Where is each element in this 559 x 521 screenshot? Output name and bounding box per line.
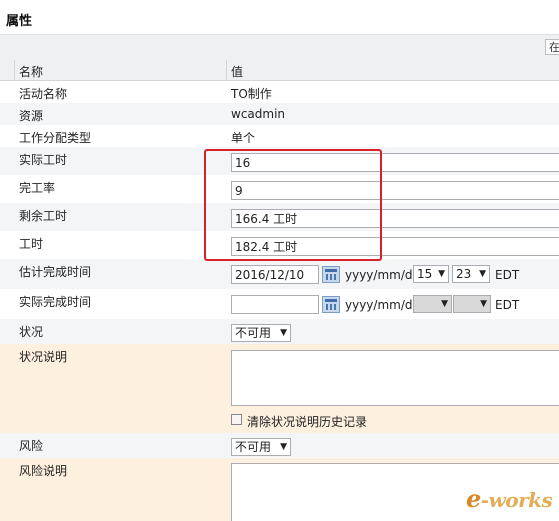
timezone-label: EDT <box>495 298 520 312</box>
row-label: 估计完成时间 <box>19 265 92 279</box>
risk-value: 不可用 <box>235 440 272 454</box>
header-divider <box>14 60 15 80</box>
table-row: 活动名称 TO制作 <box>0 81 559 103</box>
dropdown-arrow-icon: ▼ <box>479 269 486 279</box>
toolbar-button[interactable]: 在 <box>545 39 559 55</box>
table-row: 状况说明 清除状况说明历史记录 <box>0 344 559 433</box>
row-label: 风险 <box>19 439 44 453</box>
act-minute-select[interactable]: ▼ <box>453 295 491 313</box>
panel-title: 属性 <box>6 14 33 29</box>
toolbar: 在 <box>0 34 559 61</box>
table-row: 风险 不可用 ▼ <box>0 433 559 458</box>
row-label: 状况说明 <box>19 350 68 364</box>
dropdown-arrow-icon: ▼ <box>280 442 287 452</box>
table-row: 估计完成时间 2016/12/10 yyyy/mm/dd 15 ▼ 23 ▼ EDT <box>0 259 559 289</box>
act-finish-date-input[interactable] <box>231 295 319 314</box>
table-row: 资源 wcadmin <box>0 103 559 125</box>
dropdown-arrow-icon: ▼ <box>441 299 448 309</box>
dropdown-arrow-icon: ▼ <box>480 299 487 309</box>
logo-e: e <box>466 484 481 513</box>
row-value: 单个 <box>231 131 256 145</box>
calendar-icon[interactable] <box>322 296 340 313</box>
row-label: 风险说明 <box>19 464 68 478</box>
row-value: wcadmin <box>231 107 286 121</box>
row-label: 剩余工时 <box>19 209 68 223</box>
timezone-label: EDT <box>495 268 520 282</box>
row-label: 工时 <box>19 237 44 251</box>
act-hour-select[interactable]: ▼ <box>413 295 452 313</box>
column-header-value[interactable]: 值 <box>231 63 243 80</box>
row-label: 状况 <box>19 325 44 339</box>
row-label: 活动名称 <box>19 87 68 101</box>
header-divider <box>226 60 227 80</box>
table-row: 状况 不可用 ▼ <box>0 319 559 344</box>
row-label: 工作分配类型 <box>19 131 92 145</box>
table-row: 实际完成时间 yyyy/mm/dd ▼ ▼ EDT <box>0 289 559 319</box>
row-label: 实际工时 <box>19 153 68 167</box>
eworks-logo: e-works <box>466 484 553 513</box>
date-format-hint: yyyy/mm/dd <box>345 268 421 282</box>
status-value: 不可用 <box>235 326 272 340</box>
status-select[interactable]: 不可用 ▼ <box>231 324 291 342</box>
dropdown-arrow-icon: ▼ <box>280 328 287 338</box>
table-header: 名称 值 <box>0 60 559 81</box>
est-hour-select[interactable]: 15 ▼ <box>413 265 449 283</box>
clear-history-checkbox[interactable] <box>231 414 242 425</box>
highlight-box <box>204 149 382 261</box>
dropdown-arrow-icon: ▼ <box>438 269 445 279</box>
risk-select[interactable]: 不可用 ▼ <box>231 438 291 456</box>
est-finish-date-input[interactable]: 2016/12/10 <box>231 265 319 284</box>
clear-history-label: 清除状况说明历史记录 <box>247 415 368 429</box>
row-label: 资源 <box>19 109 44 123</box>
hour-value: 15 <box>417 267 433 281</box>
column-header-name[interactable]: 名称 <box>19 63 43 80</box>
minute-value: 23 <box>456 267 472 281</box>
status-note-textarea[interactable] <box>231 350 559 406</box>
calendar-icon[interactable] <box>322 266 340 283</box>
logo-text: -works <box>480 488 553 512</box>
row-label: 完工率 <box>19 181 56 195</box>
row-label: 实际完成时间 <box>19 295 92 309</box>
table-row: 工作分配类型 单个 <box>0 125 559 147</box>
date-format-hint: yyyy/mm/dd <box>345 298 421 312</box>
row-value: TO制作 <box>231 87 272 101</box>
est-minute-select[interactable]: 23 ▼ <box>452 265 490 283</box>
